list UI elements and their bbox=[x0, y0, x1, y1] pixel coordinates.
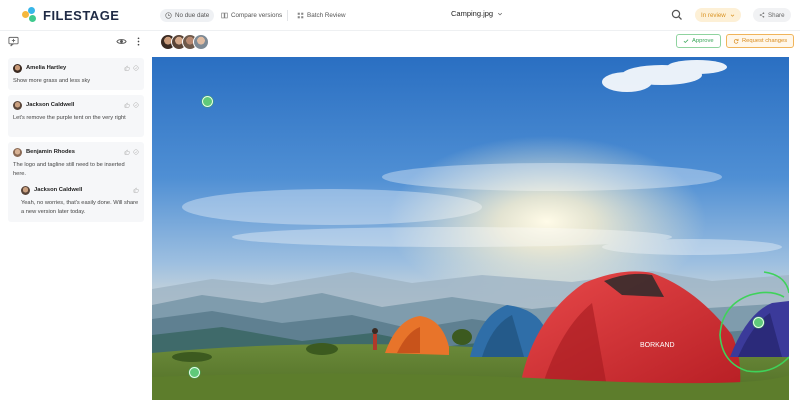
annotation-pin[interactable] bbox=[189, 367, 200, 378]
reply-text: Yeah, no worries, that's easily done. Wi… bbox=[21, 200, 139, 215]
comment-text: Show more grass and less sky bbox=[13, 78, 91, 84]
annotation-pin[interactable] bbox=[202, 96, 213, 107]
file-name: Camping.jpg bbox=[451, 9, 494, 18]
comments-panel: Amelia Hartley Show more grass and less … bbox=[0, 52, 152, 400]
add-comment-icon[interactable] bbox=[8, 36, 19, 47]
eye-icon[interactable] bbox=[116, 36, 127, 47]
share-icon bbox=[759, 12, 765, 18]
logo-mark-icon bbox=[22, 7, 38, 23]
camping-photo: BORKAND bbox=[152, 57, 789, 400]
comment-author: Benjamin Rhodes bbox=[26, 149, 75, 155]
chevron-down-icon bbox=[498, 12, 503, 15]
chevron-down-icon bbox=[730, 14, 735, 17]
top-header: FILESTAGE No due date Compare versions B… bbox=[0, 0, 800, 30]
avatar bbox=[13, 63, 22, 73]
check-circle-icon[interactable] bbox=[133, 102, 139, 108]
due-date-button[interactable]: No due date bbox=[160, 9, 215, 22]
avatar bbox=[13, 147, 22, 157]
filestage-logo[interactable]: FILESTAGE bbox=[22, 7, 119, 23]
logo-text: FILESTAGE bbox=[43, 7, 120, 23]
avatar bbox=[13, 100, 22, 110]
checkmark-icon bbox=[683, 39, 689, 44]
thumbs-up-icon[interactable] bbox=[124, 65, 130, 71]
compare-icon bbox=[221, 12, 228, 19]
more-options-icon[interactable] bbox=[133, 36, 144, 47]
avatar bbox=[193, 34, 209, 50]
request-changes-label: Request changes bbox=[742, 38, 788, 44]
check-circle-icon[interactable] bbox=[133, 149, 139, 155]
review-toolbar: Approve Request changes bbox=[0, 30, 800, 52]
tent-brand-text: BORKAND bbox=[640, 342, 675, 349]
approve-button[interactable]: Approve bbox=[676, 34, 721, 48]
comment-text: Let's remove the purple tent on the very… bbox=[13, 115, 126, 121]
share-button[interactable]: Share bbox=[753, 8, 791, 22]
reviewer-avatars[interactable] bbox=[160, 34, 209, 50]
file-name-dropdown[interactable]: Camping.jpg bbox=[451, 9, 503, 18]
thumbs-up-icon[interactable] bbox=[133, 187, 139, 193]
thumbs-up-icon[interactable] bbox=[124, 102, 130, 108]
comment-reply[interactable]: Jackson Caldwell Yeah, no worries, that'… bbox=[21, 185, 139, 217]
compare-versions-label: Compare versions bbox=[231, 12, 283, 19]
clock-icon bbox=[165, 12, 172, 19]
comment-text: The logo and tagline still need to be in… bbox=[13, 162, 125, 177]
status-label: In review bbox=[701, 11, 726, 19]
reply-author: Jackson Caldwell bbox=[34, 187, 83, 193]
approve-label: Approve bbox=[692, 38, 714, 44]
comment-card[interactable]: Amelia Hartley Show more grass and less … bbox=[8, 58, 144, 90]
batch-review-label: Batch Review bbox=[307, 12, 346, 19]
comment-thread[interactable]: Benjamin Rhodes The logo and tagline sti… bbox=[8, 142, 144, 222]
check-circle-icon[interactable] bbox=[133, 65, 139, 71]
grid-icon bbox=[297, 12, 304, 19]
comment-author: Jackson Caldwell bbox=[26, 102, 75, 108]
request-changes-button[interactable]: Request changes bbox=[726, 34, 795, 48]
thumbs-up-icon[interactable] bbox=[124, 149, 130, 155]
due-date-label: No due date bbox=[175, 12, 210, 19]
share-label: Share bbox=[768, 11, 785, 19]
image-preview[interactable]: BORKAND bbox=[152, 57, 789, 400]
header-divider bbox=[287, 10, 288, 21]
status-dropdown[interactable]: In review bbox=[695, 8, 741, 22]
comment-author: Amelia Hartley bbox=[26, 65, 67, 71]
batch-review-button[interactable]: Batch Review bbox=[292, 9, 351, 22]
compare-versions-button[interactable]: Compare versions bbox=[216, 9, 287, 22]
annotation-pin[interactable] bbox=[753, 317, 764, 328]
search-icon[interactable] bbox=[671, 9, 683, 21]
avatar bbox=[21, 185, 30, 195]
comment-card[interactable]: Jackson Caldwell Let's remove the purple… bbox=[8, 95, 144, 137]
refresh-icon bbox=[733, 38, 739, 44]
